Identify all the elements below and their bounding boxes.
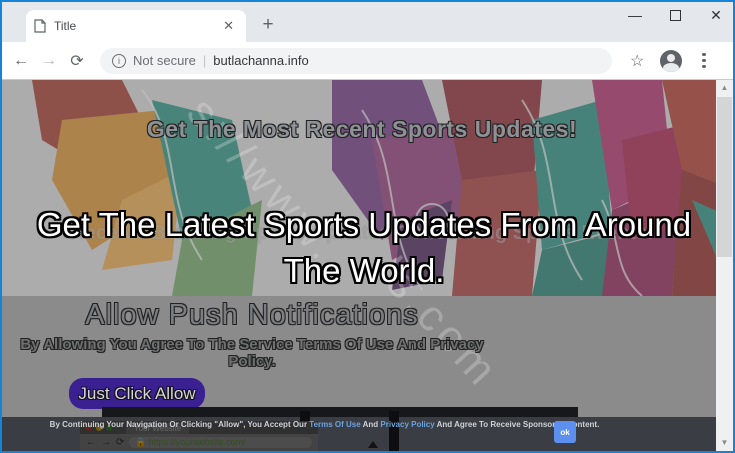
just-click-allow-button[interactable]: Just Click Allow	[69, 378, 205, 409]
reload-icon[interactable]: ⟳	[66, 51, 88, 71]
allow-notifications-title: Allow Push Notifications	[2, 299, 502, 332]
menu-dots-icon[interactable]	[698, 53, 710, 69]
mock-forward-icon: →	[101, 437, 111, 448]
page-scrollbar[interactable]: ▲ ▼	[716, 80, 733, 451]
scroll-down-arrow-icon[interactable]: ▼	[716, 435, 733, 451]
scrollbar-thumb[interactable]	[717, 97, 732, 257]
window-controls: — ✕	[626, 6, 725, 24]
mock-address-bar: ← → ⟳ 🔒https://yourwebsite.com/	[80, 434, 318, 451]
profile-avatar-icon[interactable]	[660, 50, 682, 72]
consent-text-part: And	[361, 420, 381, 429]
titlebar: Title ✕ + — ✕	[2, 2, 733, 42]
headline-main: Get The Latest Sports Updates From Aroun…	[19, 202, 709, 294]
info-icon[interactable]: i	[112, 54, 126, 68]
minimize-button[interactable]: —	[626, 6, 644, 24]
browser-tab[interactable]: Title ✕	[26, 10, 246, 42]
mock-url-text: 🔒https://yourwebsite.com/	[129, 437, 312, 448]
headline-small: Get The Most Recent Sports Updates!	[2, 116, 722, 143]
maximize-button[interactable]	[670, 10, 681, 21]
mock-lock-icon: 🔒	[135, 437, 146, 447]
privacy-policy-link[interactable]: Privacy Policy	[380, 420, 434, 429]
address-bar[interactable]: i Not secure | butlachanna.info	[100, 48, 612, 74]
security-label: Not secure	[133, 53, 196, 68]
page-content: s://www. ls.com Get The Most Recent Spor…	[2, 80, 733, 451]
mock-reload-icon: ⟳	[116, 437, 124, 448]
mock-back-icon: ←	[86, 437, 96, 448]
page-favicon-icon	[34, 19, 46, 33]
consent-bar: Your Website ← → ⟳ 🔒https://yourwebsite.…	[2, 417, 733, 451]
scroll-up-arrow-icon[interactable]: ▲	[716, 80, 733, 96]
back-icon[interactable]: ←	[10, 52, 32, 70]
close-button[interactable]: ✕	[707, 6, 725, 24]
consent-text: By Continuing Your Navigation Or Clickin…	[2, 420, 647, 429]
url-text: butlachanna.info	[213, 53, 308, 68]
toolbar-right: ☆	[630, 50, 710, 72]
terms-of-use-link[interactable]: Terms Of Use	[309, 420, 360, 429]
forward-icon[interactable]: →	[38, 52, 60, 70]
background-vertical-bar	[389, 411, 399, 451]
new-tab-button[interactable]: +	[254, 12, 282, 40]
tab-title: Title	[54, 19, 211, 33]
bookmark-star-icon[interactable]: ☆	[630, 51, 644, 71]
consent-text-part: By Continuing Your Navigation Or Clickin…	[50, 420, 310, 429]
allow-notifications-subtitle: By Allowing You Agree To The Service Ter…	[2, 336, 502, 370]
browser-toolbar: ← → ⟳ i Not secure | butlachanna.info ☆	[2, 42, 733, 80]
ok-button[interactable]: ok	[554, 421, 576, 443]
background-triangle	[368, 441, 378, 448]
browser-window: Title ✕ + — ✕ ← → ⟳ i Not secure | butla…	[0, 0, 735, 453]
url-divider: |	[203, 53, 206, 68]
tab-close-icon[interactable]: ✕	[219, 18, 238, 34]
